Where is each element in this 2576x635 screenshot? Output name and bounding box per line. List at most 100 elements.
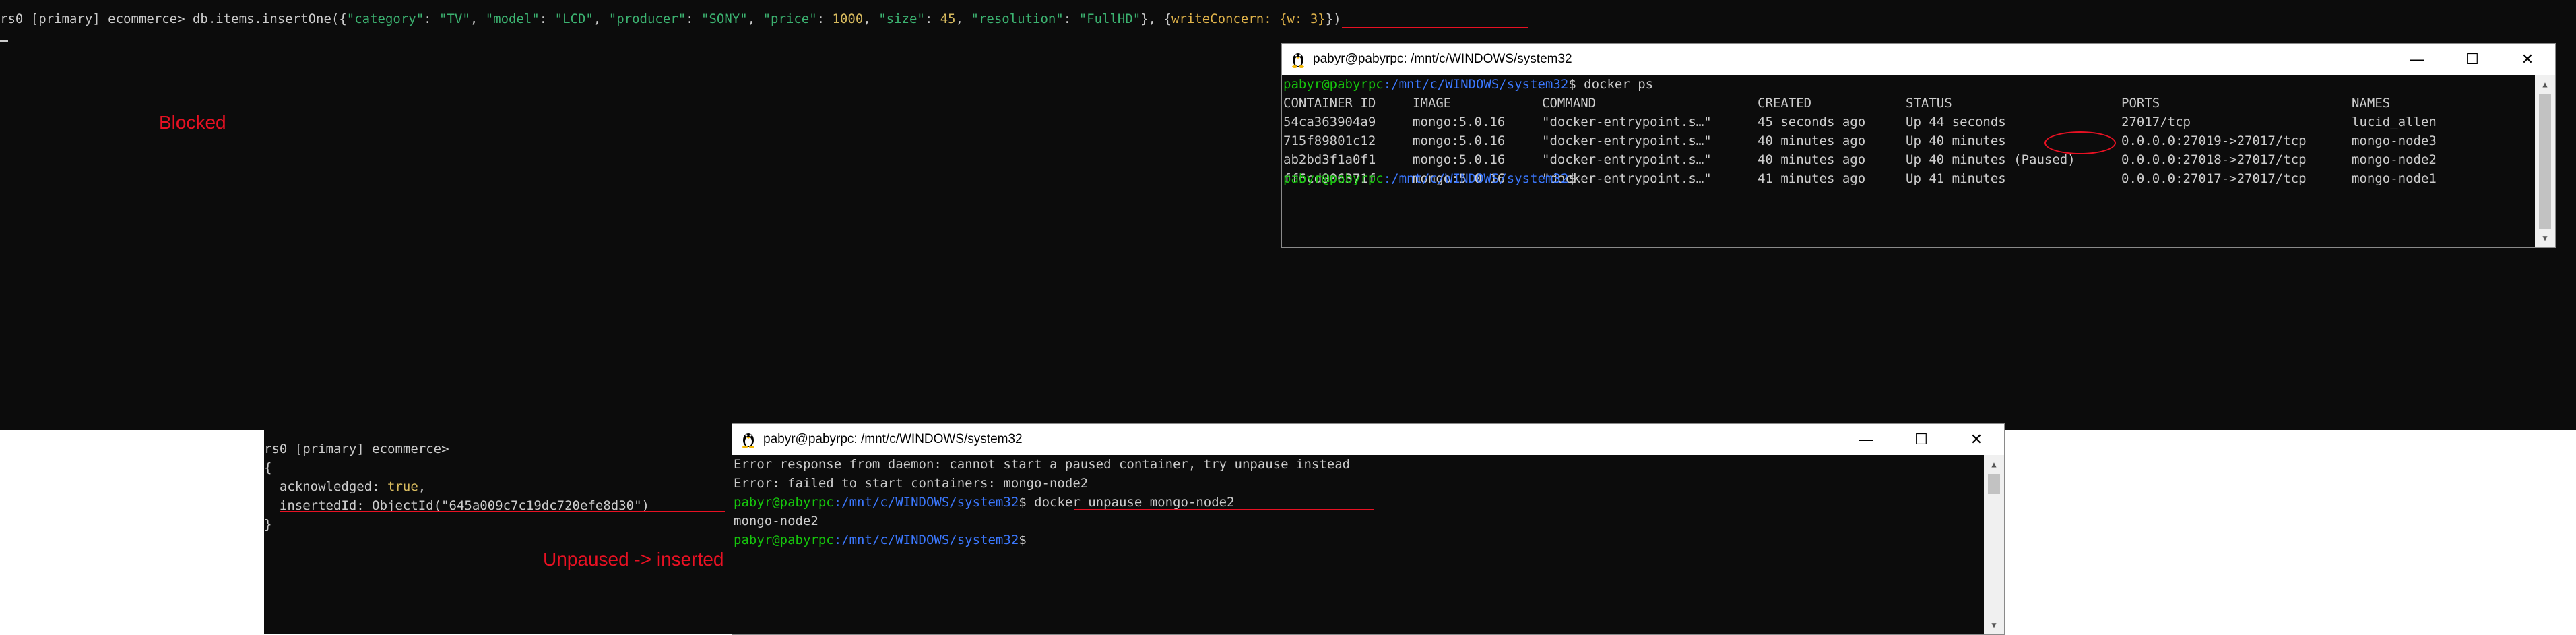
scroll-thumb[interactable] [1988,474,2000,494]
mongo-result-console[interactable]: rs0 [primary] ecommerce> { acknowledged:… [264,430,733,634]
result-acknowledged: acknowledged: true, [264,477,426,496]
result-prompt: rs0 [primary] ecommerce> [264,442,449,456]
field-key: "resolution" [971,11,1064,26]
field-value: "LCD" [554,11,593,26]
minimize-button[interactable]: — [2389,44,2445,75]
unpause-command: $ docker unpause mongo-node2 [1019,495,1235,510]
scroll-thumb[interactable] [2539,94,2551,229]
table-cell: mongo-node2 [2352,152,2437,167]
field-comma: , [747,11,763,26]
prompt-user: pabyr@pabyrpc [1283,77,1384,92]
acknowledged-key: acknowledged: [264,479,388,494]
docker-ps-titlebar[interactable]: pabyr@pabyrpc: /mnt/c/WINDOWS/system32 —… [1282,44,2555,75]
scroll-up-icon[interactable]: ▲ [1984,455,2004,474]
field-colon: : [539,11,555,26]
prompt-symbol: $ [1568,171,1576,186]
command-separator: }, { [1140,11,1171,26]
docker-ps-terminal-content[interactable]: pabyr@pabyrpc:/mnt/c/WINDOWS/system32$ d… [1282,75,2535,247]
minimize-icon: — [2410,51,2424,67]
column-header: IMAGE [1413,96,1452,111]
unpause-titlebar[interactable]: pabyr@pabyrpc: /mnt/c/WINDOWS/system32 —… [732,424,2004,455]
field-comma: , [863,11,879,26]
unpause-terminal-content[interactable]: Error response from daemon: cannot start… [732,455,1984,634]
error-line-1: Error response from daemon: cannot start… [734,457,1351,472]
table-cell: "docker-entrypoint.s…" [1542,115,1712,129]
shell-prompt: rs0 [primary] ecommerce> [0,11,185,26]
close-icon: ✕ [2521,51,2534,67]
result-open-brace: { [264,460,272,475]
field-value: 45 [940,11,956,26]
scroll-up-icon[interactable]: ▲ [2535,75,2555,94]
close-icon: ✕ [1970,431,1983,448]
field-colon: : [1063,11,1079,26]
window-title: pabyr@pabyrpc: /mnt/c/WINDOWS/system32 [1313,52,1572,66]
comma: , [418,479,426,494]
table-cell: 27017/tcp [2121,115,2191,129]
field-value: "SONY" [701,11,748,26]
prompt-user: pabyr@pabyrpc [1283,171,1384,186]
scroll-down-icon[interactable]: ▼ [1984,615,2004,634]
window-title: pabyr@pabyrpc: /mnt/c/WINDOWS/system32 [763,432,1023,446]
field-key: "category" [346,11,424,26]
prompt-user: pabyr@pabyrpc [734,495,834,510]
docker-ps-window[interactable]: pabyr@pabyrpc: /mnt/c/WINDOWS/system32 —… [1281,43,2556,248]
table-cell: mongo:5.0.16 [1413,133,1506,148]
table-cell: 45 seconds ago [1758,115,1866,129]
maximize-button[interactable]: ☐ [1894,424,1949,455]
prompt-user: pabyr@pabyrpc [734,533,834,547]
minimize-button[interactable]: — [1838,424,1894,455]
field-colon: : [686,11,702,26]
table-cell: Up 44 seconds [1906,115,2006,129]
unpause-command-line: pabyr@pabyrpc:/mnt/c/WINDOWS/system32$ d… [734,493,1235,512]
table-cell: 0.0.0.0:27019->27017/tcp [2121,133,2307,148]
table-cell: 0.0.0.0:27017->27017/tcp [2121,171,2307,186]
terminal-cursor [0,31,8,50]
close-button[interactable]: ✕ [1949,424,2004,455]
mongo-insert-command-line: rs0 [primary] ecommerce> db.items.insert… [0,9,1341,28]
result-inserted-id: insertedId: ObjectId("645a009c7c19dc720e… [264,498,649,513]
docker-ps-prompt-line: pabyr@pabyrpc:/mnt/c/WINDOWS/system32$ d… [1283,75,1653,94]
write-concern-option: writeConcern: {w: 3} [1171,11,1326,26]
blocked-annotation: Blocked [159,112,226,133]
field-key: "price" [763,11,817,26]
close-button[interactable]: ✕ [2500,44,2555,75]
maximize-button[interactable]: ☐ [2445,44,2500,75]
field-colon: : [424,11,440,26]
acknowledged-value: true [387,479,418,494]
table-cell: 41 minutes ago [1758,171,1866,186]
column-header: STATUS [1906,96,1952,111]
field-comma: , [955,11,971,26]
prompt-symbol: $ [1019,533,1027,547]
table-cell: mongo-node1 [2352,171,2437,186]
unpause-end-prompt: pabyr@pabyrpc:/mnt/c/WINDOWS/system32$ [734,531,1027,549]
unpause-scrollbar[interactable]: ▲ ▼ [1984,455,2004,634]
table-cell: mongo:5.0.16 [1413,115,1506,129]
field-value: 1000 [832,11,864,26]
docker-ps-command: $ docker ps [1568,77,1654,92]
maximize-icon: ☐ [1914,431,1928,448]
column-header: NAMES [2352,96,2391,111]
prompt-path: :/mnt/c/WINDOWS/system32 [1383,171,1569,186]
docker-unpause-window[interactable]: pabyr@pabyrpc: /mnt/c/WINDOWS/system32 —… [732,423,2005,635]
minimize-icon: — [1859,431,1873,448]
maximize-icon: ☐ [2466,51,2479,67]
table-cell: 40 minutes ago [1758,133,1866,148]
scroll-down-icon[interactable]: ▼ [2535,229,2555,247]
unpause-output: mongo-node2 [734,514,818,528]
column-header: COMMAND [1542,96,1597,111]
table-cell: mongo:5.0.16 [1413,152,1506,167]
field-comma: , [593,11,609,26]
docker-ps-end-prompt: pabyr@pabyrpc:/mnt/c/WINDOWS/system32$ [1283,169,1576,188]
table-cell: "docker-entrypoint.s…" [1542,152,1712,167]
table-cell: Up 41 minutes [1906,171,2006,186]
docker-ps-scrollbar[interactable]: ▲ ▼ [2535,75,2555,247]
linux-penguin-icon [1292,53,1304,68]
table-cell: Up 40 minutes (Paused) [1906,152,2075,167]
prompt-path: :/mnt/c/WINDOWS/system32 [833,495,1019,510]
table-cell: mongo-node3 [2352,133,2437,148]
field-comma: , [470,11,486,26]
field-colon: : [924,11,940,26]
table-cell: lucid_allen [2352,115,2437,129]
document-fields: "category": "TV", "model": "LCD", "produ… [347,11,1140,26]
table-cell: "docker-entrypoint.s…" [1542,133,1712,148]
